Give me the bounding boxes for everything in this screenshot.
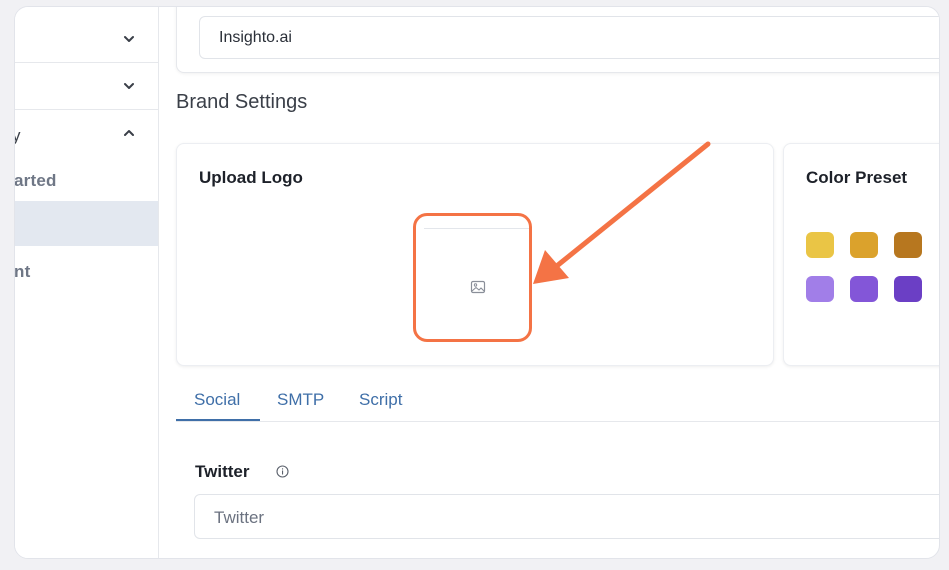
color-swatch-purple[interactable]: [894, 276, 922, 302]
sidebar-group-label: y: [15, 126, 21, 146]
sidebar-item-active[interactable]: [15, 201, 158, 246]
info-icon[interactable]: [276, 465, 289, 478]
annotation-highlight-box: [413, 213, 532, 342]
site-name-input[interactable]: Insighto.ai: [199, 16, 939, 59]
color-swatch-amber[interactable]: [850, 232, 878, 258]
sidebar: y arted nt: [15, 7, 159, 558]
sidebar-group-1[interactable]: [15, 16, 158, 62]
color-preset-title: Color Preset: [806, 168, 908, 187]
chevron-down-icon: [122, 32, 136, 46]
sidebar-group-3[interactable]: y: [15, 110, 158, 156]
color-swatch-brown[interactable]: [894, 232, 922, 258]
twitter-input[interactable]: Twitter: [194, 494, 939, 539]
sidebar-item-getting-started[interactable]: arted: [15, 171, 57, 191]
section-title: Brand Settings: [176, 91, 308, 113]
color-swatch-yellow[interactable]: [806, 232, 834, 258]
twitter-label: Twitter: [195, 462, 250, 481]
settings-tabs: Social SMTP Script: [176, 382, 939, 422]
chevron-down-icon: [122, 79, 136, 93]
chevron-up-icon: [122, 126, 136, 140]
site-settings-card: Insighto.ai: [176, 7, 939, 73]
tab-smtp[interactable]: SMTP: [277, 390, 324, 410]
active-tab-indicator: [176, 419, 260, 421]
main-content: Insighto.ai Brand Settings Upload Logo C…: [160, 7, 939, 558]
color-swatch-lavender[interactable]: [806, 276, 834, 302]
sidebar-item-account[interactable]: nt: [15, 262, 30, 282]
tab-script[interactable]: Script: [359, 390, 402, 410]
sidebar-group-2[interactable]: [15, 63, 158, 109]
color-preset-card: Color Preset: [783, 143, 939, 366]
color-swatch-violet[interactable]: [850, 276, 878, 302]
upload-logo-title: Upload Logo: [199, 168, 303, 187]
tab-social[interactable]: Social: [194, 390, 240, 410]
